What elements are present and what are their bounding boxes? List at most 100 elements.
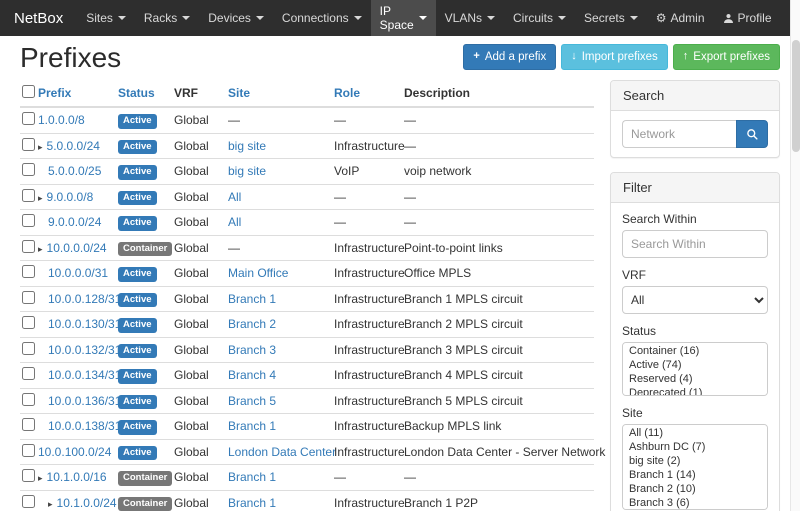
nav-item-devices[interactable]: Devices	[199, 0, 273, 36]
row-checkbox[interactable]	[22, 367, 35, 380]
prefix-link[interactable]: 5.0.0.0/24	[47, 139, 100, 153]
status-filter-listbox[interactable]: Container (16)Active (74)Reserved (4)Dep…	[622, 342, 768, 396]
prefix-table: PrefixStatusVRFSiteRoleDescription 1.0.0…	[20, 80, 594, 511]
site-filter-listbox[interactable]: All (11)Ashburn DC (7)big site (2)Branch…	[622, 424, 768, 510]
prefix-row: 10.0.0.134/31ActiveGlobalBranch 4Infrast…	[20, 363, 594, 389]
row-checkbox[interactable]	[22, 342, 35, 355]
column-sort-prefix[interactable]: Prefix	[38, 86, 71, 100]
column-sort-status[interactable]: Status	[118, 86, 155, 100]
export-prefixes-button[interactable]: ↑Export prefixes	[673, 44, 780, 70]
status-filter-option[interactable]: Active (74)	[623, 358, 767, 372]
prefix-link[interactable]: 1.0.0.0/8	[38, 113, 85, 127]
site-link[interactable]: big site	[228, 164, 266, 178]
column-sort-site[interactable]: Site	[228, 86, 250, 100]
status-filter-option[interactable]: Container (16)	[623, 344, 767, 358]
row-checkbox[interactable]	[22, 316, 35, 329]
row-checkbox[interactable]	[22, 265, 35, 278]
prefix-link[interactable]: 10.0.0.136/31	[48, 394, 121, 408]
site-filter-option[interactable]: Ashburn DC (7)	[623, 440, 767, 454]
nav-item-vlans[interactable]: VLANs	[436, 0, 504, 36]
row-checkbox[interactable]	[22, 495, 35, 508]
nav-item-sites[interactable]: Sites	[77, 0, 135, 36]
site-cell: Main Office	[228, 261, 334, 287]
site-link[interactable]: All	[228, 190, 241, 204]
row-checkbox[interactable]	[22, 138, 35, 151]
nav-item-connections[interactable]: Connections	[273, 0, 371, 36]
prefix-link[interactable]: 10.0.0.138/31	[48, 419, 121, 433]
row-checkbox[interactable]	[22, 291, 35, 304]
site-link[interactable]: Branch 1	[228, 496, 276, 510]
prefix-link[interactable]: 9.0.0.0/8	[47, 190, 94, 204]
prefix-link[interactable]: 9.0.0.0/24	[48, 215, 101, 229]
nav-item-circuits[interactable]: Circuits	[504, 0, 575, 36]
row-checkbox[interactable]	[22, 444, 35, 457]
nav-admin[interactable]: ⚙Admin	[647, 0, 714, 36]
site-filter-option[interactable]: Branch 2 (10)	[623, 482, 767, 496]
prefix-link[interactable]: 10.0.100.0/24	[38, 445, 111, 459]
site-label: Site	[622, 406, 768, 420]
site-cell: Branch 1	[228, 286, 334, 312]
column-sort-role[interactable]: Role	[334, 86, 360, 100]
prefix-link[interactable]: 5.0.0.0/25	[48, 164, 101, 178]
expand-caret-icon: ▸	[38, 142, 43, 152]
brand-netbox[interactable]: NetBox	[0, 0, 77, 36]
status-badge: Active	[118, 446, 157, 461]
prefix-link[interactable]: 10.0.0.134/31	[48, 368, 121, 382]
row-checkbox[interactable]	[22, 240, 35, 253]
prefix-link[interactable]: 10.1.0.0/16	[47, 470, 107, 484]
status-badge: Container	[118, 497, 172, 511]
site-link[interactable]: Branch 3	[228, 343, 276, 357]
prefix-cell: 10.0.0.128/31	[38, 286, 118, 312]
row-checkbox[interactable]	[22, 418, 35, 431]
row-checkbox[interactable]	[22, 163, 35, 176]
site-link[interactable]: London Data Center	[228, 445, 336, 459]
row-checkbox[interactable]	[22, 393, 35, 406]
site-link[interactable]: big site	[228, 139, 266, 153]
site-link[interactable]: All	[228, 215, 241, 229]
row-checkbox-cell	[20, 235, 38, 261]
prefix-row: ▸10.0.0.0/24ContainerGlobal—Infrastructu…	[20, 235, 594, 261]
prefix-link[interactable]: 10.0.0.130/31	[48, 317, 121, 331]
prefix-link[interactable]: 10.0.0.0/31	[48, 266, 108, 280]
site-filter-option[interactable]: All (11)	[623, 426, 767, 440]
site-link[interactable]: Branch 4	[228, 368, 276, 382]
nav-item-racks[interactable]: Racks	[135, 0, 199, 36]
row-checkbox[interactable]	[22, 214, 35, 227]
role-cell: VoIP	[334, 159, 404, 185]
status-filter-option[interactable]: Reserved (4)	[623, 372, 767, 386]
search-input[interactable]	[622, 120, 736, 148]
nav-item-ip-space[interactable]: IP Space	[371, 0, 436, 36]
site-link[interactable]: Branch 1	[228, 292, 276, 306]
status-badge: Active	[118, 293, 157, 308]
site-link[interactable]: Branch 2	[228, 317, 276, 331]
row-checkbox[interactable]	[22, 189, 35, 202]
column-header-role: Role	[334, 80, 404, 107]
row-checkbox[interactable]	[22, 469, 35, 482]
prefix-link[interactable]: 10.0.0.0/24	[47, 241, 107, 255]
site-link[interactable]: Branch 1	[228, 419, 276, 433]
site-link[interactable]: Branch 1	[228, 470, 276, 484]
row-checkbox[interactable]	[22, 112, 35, 125]
prefix-cell: ▸ 5.0.0.0/24	[38, 133, 118, 159]
prefix-link[interactable]: 10.0.0.132/31	[48, 343, 121, 357]
nav-profile[interactable]: Profile	[714, 0, 781, 36]
site-filter-option[interactable]: big site (2)	[623, 454, 767, 468]
site-filter-option[interactable]: Branch 3 (6)	[623, 496, 767, 510]
nav-item-secrets[interactable]: Secrets	[575, 0, 647, 36]
vrf-select[interactable]: All	[622, 286, 768, 314]
prefix-link[interactable]: 10.1.0.0/24	[57, 496, 117, 510]
site-filter-option[interactable]: Branch 1 (14)	[623, 468, 767, 482]
page-scrollbar[interactable]	[790, 0, 800, 511]
site-link[interactable]: Main Office	[228, 266, 288, 280]
page-scrollbar-thumb[interactable]	[792, 40, 800, 152]
site-link[interactable]: Branch 5	[228, 394, 276, 408]
prefix-link[interactable]: 10.0.0.128/31	[48, 292, 121, 306]
status-filter-option[interactable]: Deprecated (1)	[623, 386, 767, 396]
site-cell: Branch 1	[228, 490, 334, 511]
select-all-checkbox[interactable]	[22, 85, 35, 98]
add-prefix-button[interactable]: +Add a prefix	[463, 44, 556, 70]
search-button[interactable]	[736, 120, 768, 148]
status-badge: Active	[118, 395, 157, 410]
import-prefixes-button[interactable]: ↓Import prefixes	[561, 44, 668, 70]
search-within-input[interactable]	[622, 230, 768, 258]
